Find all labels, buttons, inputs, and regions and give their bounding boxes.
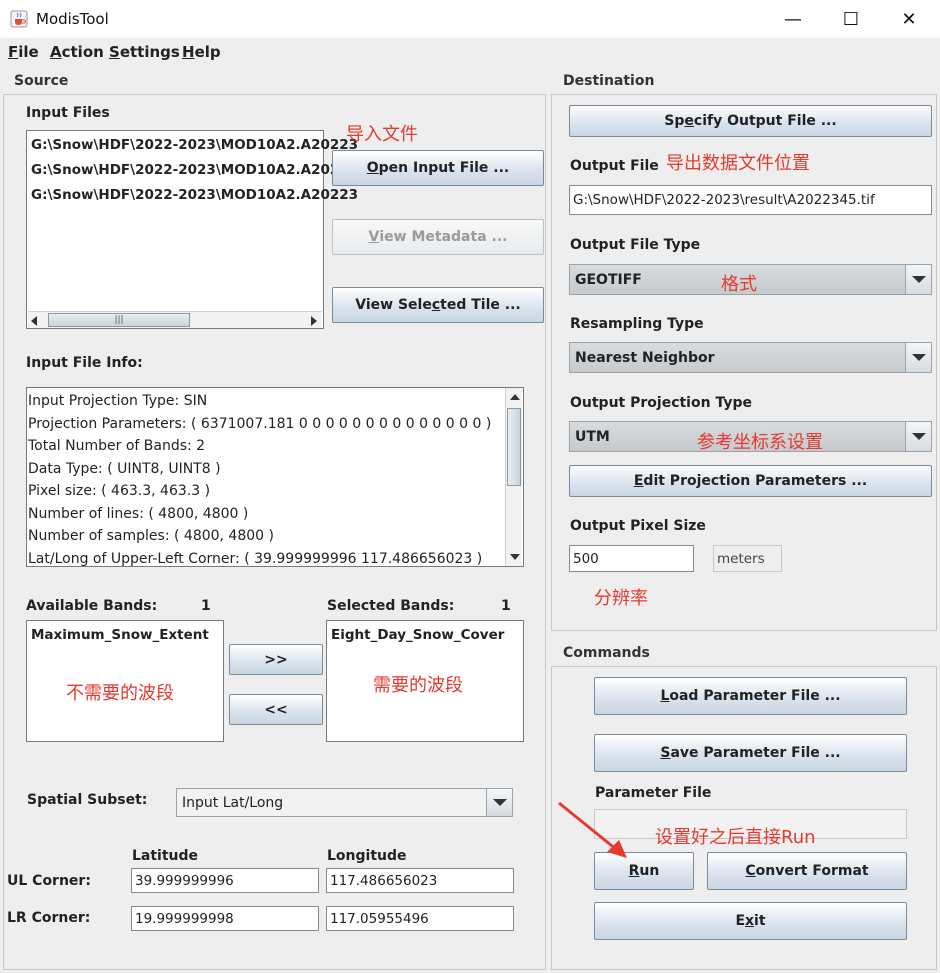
annotation-format: 格式 [721,274,757,295]
output-file-input[interactable]: G:\Snow\HDF\2022-2023\result\A2022345.ti… [569,185,932,215]
load-parameter-file-button[interactable]: Load Parameter File ... [594,677,907,715]
input-files-label: Input Files [26,105,110,121]
menu-file[interactable]: File [8,43,39,61]
list-item[interactable]: G:\Snow\HDF\2022-2023\MOD10A2.A20223 [31,162,358,178]
maximize-button[interactable]: ☐ [822,0,880,38]
minimize-button[interactable]: — [764,0,822,38]
input-file-info-label: Input File Info: [26,355,143,371]
destination-label: Destination [563,73,655,89]
lr-corner-label: LR Corner: [7,910,91,926]
available-bands-label: Available Bands: [26,598,158,614]
info-line: Total Number of Bands: 2 [28,438,206,454]
resampling-type-select[interactable]: Nearest Neighbor [569,342,932,373]
chevron-down-icon[interactable] [486,789,512,816]
output-pixel-size-label: Output Pixel Size [570,518,706,534]
annotation-unneeded-bands: 不需要的波段 [66,683,174,704]
horizontal-scrollbar[interactable]: ||| [28,311,322,328]
info-line: Pixel size: ( 463.3, 463.3 ) [28,483,211,499]
parameter-file-label: Parameter File [595,785,712,801]
edit-projection-parameters-button[interactable]: Edit Projection Parameters ... [569,465,932,497]
resampling-type-value: Nearest Neighbor [575,349,715,366]
menu-action[interactable]: Action [50,43,104,61]
list-item[interactable]: Eight_Day_Snow_Cover [331,627,504,643]
ul-latitude-input[interactable]: 39.999999996 [131,868,319,893]
info-line: Data Type: ( UINT8, UINT8 ) [28,461,221,477]
chevron-down-icon[interactable] [905,265,931,294]
specify-output-file-button[interactable]: Sp e cify Output File ... [569,105,932,137]
close-icon: ✕ [901,8,917,30]
ul-corner-label: UL Corner: [7,873,91,889]
chevron-down-icon[interactable] [905,343,931,372]
pixel-unit-label: meters [713,545,782,572]
java-cup-icon [10,10,28,28]
lr-longitude-input[interactable]: 117.05955496 [326,906,514,931]
info-line: Lat/Long of Upper-Left Corner: ( 39.9999… [28,551,483,567]
list-item[interactable]: G:\Snow\HDF\2022-2023\MOD10A2.A20223 [31,187,358,203]
annotation-arrow-icon [558,801,627,858]
annotation-crs-setting: 参考坐标系设置 [697,432,823,453]
output-file-label: Output File [570,158,659,174]
info-line: Number of samples: ( 4800, 4800 ) [28,528,274,544]
info-line: Number of lines: ( 4800, 4800 ) [28,506,249,522]
add-band-button[interactable]: >> [229,644,323,675]
available-bands-count: 1 [201,598,211,614]
view-metadata-button[interactable]: View Metadata ... [332,219,544,255]
source-label: Source [14,73,69,89]
selected-bands-count: 1 [501,598,511,614]
output-projection-type-label: Output Projection Type [570,395,752,411]
selected-bands-label: Selected Bands: [327,598,455,614]
latitude-label: Latitude [132,848,199,864]
menu-help[interactable]: Help [182,43,221,61]
menu-settings[interactable]: Settings [109,43,180,61]
spatial-subset-select[interactable]: Input Lat/Long [176,788,513,817]
annotation-run-hint: 设置好之后直接Run [655,827,816,848]
vertical-scrollbar[interactable] [505,388,522,566]
annotation-import-files: 导入文件 [346,124,418,145]
chevron-down-icon[interactable] [905,422,931,451]
output-projection-type-value: UTM [575,428,610,445]
scroll-left-icon[interactable] [31,316,37,326]
output-file-type-value: GEOTIFF [575,271,642,288]
open-input-file-button[interactable]: Open Input File ... [332,150,544,186]
commands-label: Commands [563,645,650,661]
scroll-thumb[interactable] [507,408,521,486]
list-item[interactable]: G:\Snow\HDF\2022-2023\MOD10A2.A20223 [31,137,358,153]
input-files-list[interactable]: G:\Snow\HDF\2022-2023\MOD10A2.A20223 G:\… [26,130,358,329]
close-button[interactable]: ✕ [880,0,938,38]
scroll-thumb[interactable]: ||| [48,313,190,327]
scroll-up-icon[interactable] [506,388,523,405]
annotation-export-location: 导出数据文件位置 [666,153,810,174]
output-file-type-label: Output File Type [570,237,701,253]
spatial-subset-label: Spatial Subset: [27,792,148,808]
save-parameter-file-button[interactable]: Save Parameter File ... [594,734,907,772]
scroll-right-icon[interactable] [311,316,317,326]
exit-button[interactable]: Ex it [594,902,907,940]
spatial-subset-value: Input Lat/Long [182,794,284,811]
remove-band-button[interactable]: << [229,694,323,725]
view-selected-tile-button[interactable]: View Sele c ted Tile ... [332,287,544,323]
maximize-icon: ☐ [842,8,860,30]
scroll-down-icon[interactable] [506,548,523,565]
output-pixel-size-input[interactable]: 500 [569,545,694,572]
minimize-icon: — [784,8,802,30]
annotation-needed-bands: 需要的波段 [373,675,463,696]
info-line: Projection Parameters: ( 6371007.181 0 0… [28,416,492,432]
resampling-type-label: Resampling Type [570,316,704,332]
window-title: ModisTool [36,10,109,28]
info-line: Input Projection Type: SIN [28,393,208,409]
list-item[interactable]: Maximum_Snow_Extent [31,627,209,643]
longitude-label: Longitude [327,848,407,864]
convert-format-button[interactable]: Convert Format [707,852,907,890]
annotation-resolution: 分辨率 [594,588,648,609]
lr-latitude-input[interactable]: 19.999999998 [131,906,319,931]
ul-longitude-input[interactable]: 117.486656023 [326,868,514,893]
